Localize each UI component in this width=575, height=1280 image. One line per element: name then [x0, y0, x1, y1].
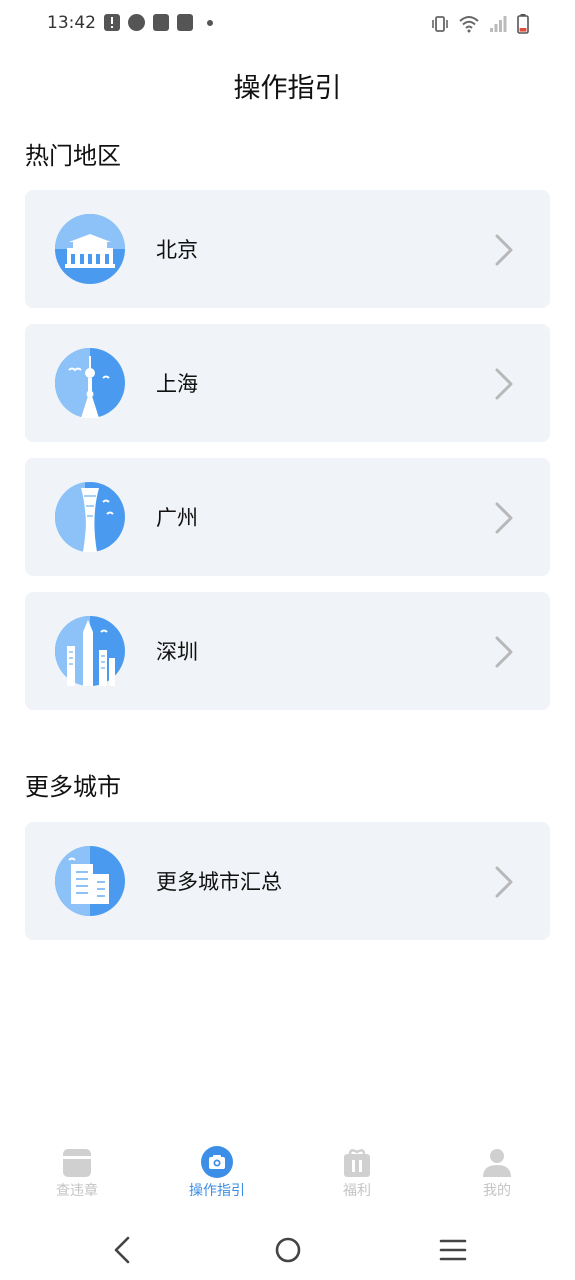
- wifi-icon: [459, 16, 479, 33]
- guangzhou-tower-icon: [55, 482, 125, 552]
- beijing-gate-icon: [55, 214, 125, 284]
- city-card-shanghai[interactable]: 上海: [25, 324, 550, 442]
- shenzhen-skyline-icon: [55, 616, 125, 686]
- tab-bar: 查违章 操作指引 福利 我的: [0, 1140, 575, 1212]
- notification-icons: [104, 14, 213, 31]
- tab-guide[interactable]: 操作指引: [167, 1140, 267, 1200]
- city-label: 深圳: [156, 640, 198, 664]
- tab-label: 查违章: [56, 1183, 98, 1199]
- mail-notification-icon: [153, 14, 169, 31]
- city-card-more-cities[interactable]: 更多城市汇总: [25, 822, 550, 940]
- city-card-beijing[interactable]: 北京: [25, 190, 550, 308]
- city-label: 广州: [156, 506, 198, 530]
- menu-icon[interactable]: [433, 1234, 473, 1266]
- system-icons: [431, 14, 529, 34]
- signal-icon: [490, 16, 507, 32]
- city-label: 更多城市汇总: [156, 870, 282, 894]
- status-bar: 13:42: [0, 0, 575, 48]
- tab-benefits[interactable]: 福利: [307, 1140, 407, 1200]
- alert-notification-icon: [104, 14, 120, 31]
- chevron-right-icon: [495, 636, 513, 668]
- city-card-shenzhen[interactable]: 深圳: [25, 592, 550, 710]
- home-icon[interactable]: [268, 1234, 308, 1266]
- tab-label: 操作指引: [189, 1183, 245, 1199]
- status-time: 13:42: [47, 13, 96, 33]
- tab-profile[interactable]: 我的: [447, 1140, 547, 1200]
- chevron-right-icon: [495, 866, 513, 898]
- shanghai-tower-icon: [55, 348, 125, 418]
- app-notification-icon: [177, 14, 193, 31]
- tab-label: 福利: [343, 1183, 371, 1199]
- section-title-hot-regions: 热门地区: [25, 142, 121, 170]
- more-notifications-icon: [207, 19, 213, 26]
- section-title-more-cities: 更多城市: [25, 773, 121, 801]
- chevron-right-icon: [495, 368, 513, 400]
- page-title: 操作指引: [233, 73, 342, 104]
- chevron-right-icon: [495, 502, 513, 534]
- tab-violations[interactable]: 查违章: [27, 1140, 127, 1200]
- person-icon: [483, 1149, 511, 1177]
- system-nav-bar: [0, 1222, 575, 1280]
- camera-icon: [201, 1146, 233, 1178]
- check-notification-icon: [128, 14, 145, 31]
- chevron-right-icon: [495, 234, 513, 266]
- back-icon[interactable]: [102, 1234, 142, 1266]
- gift-icon: [344, 1149, 370, 1177]
- vibrate-icon: [432, 16, 448, 32]
- city-card-guangzhou[interactable]: 广州: [25, 458, 550, 576]
- tab-label: 我的: [483, 1183, 511, 1199]
- city-label: 北京: [156, 238, 198, 262]
- city-label: 上海: [156, 372, 198, 396]
- ticket-icon: [63, 1149, 91, 1177]
- battery-icon: [517, 14, 529, 34]
- buildings-icon: [55, 846, 125, 916]
